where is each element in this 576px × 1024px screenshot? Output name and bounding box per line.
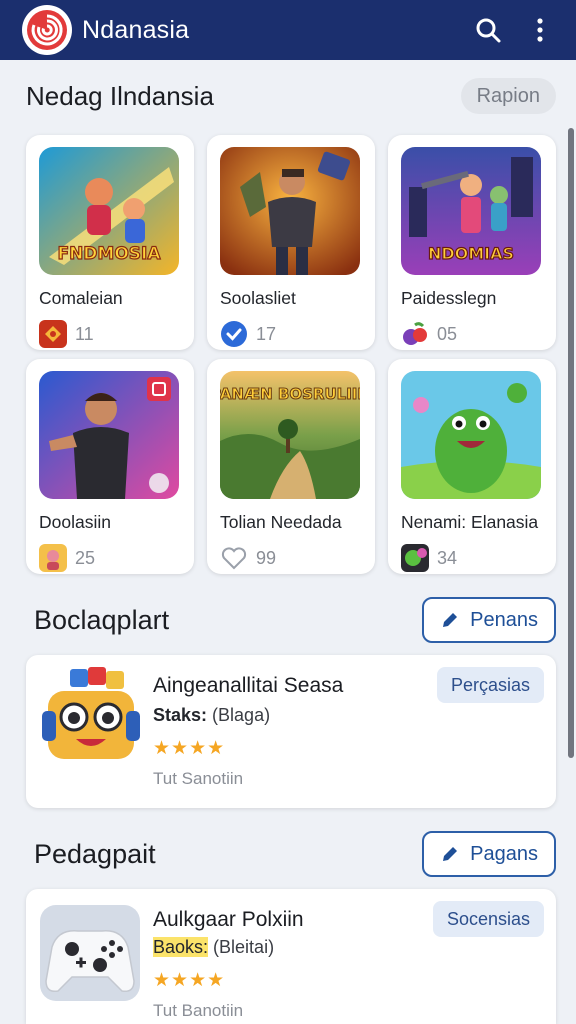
pagans-button[interactable]: Pagans <box>422 831 556 877</box>
app-subtitle-value: (Bleitai) <box>213 937 275 957</box>
section-header-pedagpait: Pedagpait Pagans <box>34 831 556 877</box>
rapion-button[interactable]: Rapion <box>460 78 556 114</box>
app-bar: Ndanasia <box>0 0 576 60</box>
app-subtitle-key: Baoks: <box>153 937 209 957</box>
game-name: Doolasiin <box>39 512 111 532</box>
app-subtitle: Staks: (Blaga) <box>153 705 270 726</box>
game-thumbnail: NDOMIAS <box>401 147 541 275</box>
section-title: Pedagpait <box>34 838 156 869</box>
app-footer: Tut Sanotiin <box>153 769 244 788</box>
character-icon <box>39 544 67 572</box>
game-name: Comaleian <box>39 288 123 308</box>
game-meta: 11 <box>39 320 182 348</box>
game-thumbnail: FNDMOSIA <box>39 147 179 275</box>
game-tile[interactable]: Soolasliet 17 <box>207 135 375 350</box>
game-meta: 34 <box>401 544 544 572</box>
button-label: Penans <box>470 608 538 631</box>
game-count: 34 <box>437 547 458 568</box>
game-name: Soolasliet <box>220 288 296 308</box>
game-grid: FNDMOSIA Comaleian 11 Soolasliet 17 NDOM… <box>26 135 556 574</box>
pencil-icon <box>443 613 458 627</box>
app-title: Aulkgaar Polxiin <box>153 908 304 931</box>
game-count: 17 <box>256 323 277 344</box>
app-subtitle: Baoks: (Bleitai) <box>153 937 274 958</box>
app-subtitle-key: Staks: <box>153 705 208 725</box>
svg-text:FNDMOSIA: FNDMOSIA <box>57 244 161 264</box>
game-meta: 25 <box>39 544 182 572</box>
svg-text:NDOMIAS: NDOMIAS <box>428 244 514 263</box>
check-badge-icon <box>220 320 248 348</box>
alien-icon <box>401 544 429 572</box>
game-meta: 17 <box>220 320 363 348</box>
game-thumbnail <box>39 371 179 499</box>
category-tag[interactable]: Perçasias <box>436 667 544 703</box>
game-thumbnail <box>220 147 360 275</box>
game-meta: 99 <box>220 544 363 572</box>
game-thumbnail: PANÆN BOSRULIIN <box>220 371 360 499</box>
more-vert-icon[interactable] <box>520 10 560 50</box>
app-title: Aingeanallitai Seasa <box>153 674 344 697</box>
game-count: 11 <box>75 323 94 344</box>
pencil-icon <box>443 847 458 861</box>
game-count: 05 <box>437 323 458 344</box>
game-thumbnail <box>401 371 541 499</box>
scrollbar[interactable] <box>568 128 574 758</box>
game-name: Paidesslegn <box>401 288 497 308</box>
rating-stars: ★★★★ <box>153 970 226 991</box>
section-title: Nedag Ilndansia <box>26 80 214 111</box>
rating-stars: ★★★★ <box>153 738 226 759</box>
category-tag[interactable]: Socensias <box>432 901 544 937</box>
game-tile[interactable]: NDOMIAS Paidesslegn 05 <box>388 135 556 350</box>
red-emblem-icon <box>39 320 67 348</box>
gamepad-app-icon <box>38 903 142 1003</box>
app-title: Ndanasia <box>82 15 190 44</box>
fruit-icon <box>401 320 429 348</box>
search-icon[interactable] <box>468 10 508 50</box>
game-name: Tolian Needada <box>220 512 342 532</box>
app-subtitle-value: (Blaga) <box>212 705 271 725</box>
game-count: 99 <box>256 547 277 568</box>
heart-icon[interactable] <box>220 544 248 572</box>
section-header-boclaqplart: Boclaqplart Penans <box>34 597 556 643</box>
button-label: Pagans <box>470 842 538 865</box>
penans-button[interactable]: Penans <box>422 597 556 643</box>
swirl-logo-icon[interactable] <box>22 5 72 55</box>
game-meta: 05 <box>401 320 544 348</box>
app-footer: Tut Banotiin <box>153 1001 244 1020</box>
section-title: Boclaqplart <box>34 604 170 635</box>
game-count: 25 <box>75 547 96 568</box>
game-tile[interactable]: PANÆN BOSRULIIN Tolian Needada 99 <box>207 359 375 574</box>
app-card[interactable]: Aingeanallitai Seasa Staks: (Blaga) ★★★★… <box>26 655 556 808</box>
game-tile[interactable]: FNDMOSIA Comaleian 11 <box>26 135 194 350</box>
game-name: Nenami: Elanasia <box>401 512 539 532</box>
game-tile[interactable]: Nenami: Elanasia 34 <box>388 359 556 574</box>
app-card[interactable]: Aulkgaar Polxiin Baoks: (Bleitai) ★★★★ T… <box>26 889 556 1024</box>
game-tile[interactable]: Doolasiin 25 <box>26 359 194 574</box>
robot-app-icon <box>38 665 142 765</box>
section-header-featured: Nedag Ilndansia Rapion <box>26 78 556 114</box>
svg-text:PANÆN BOSRULIIN: PANÆN BOSRULIIN <box>220 385 360 403</box>
